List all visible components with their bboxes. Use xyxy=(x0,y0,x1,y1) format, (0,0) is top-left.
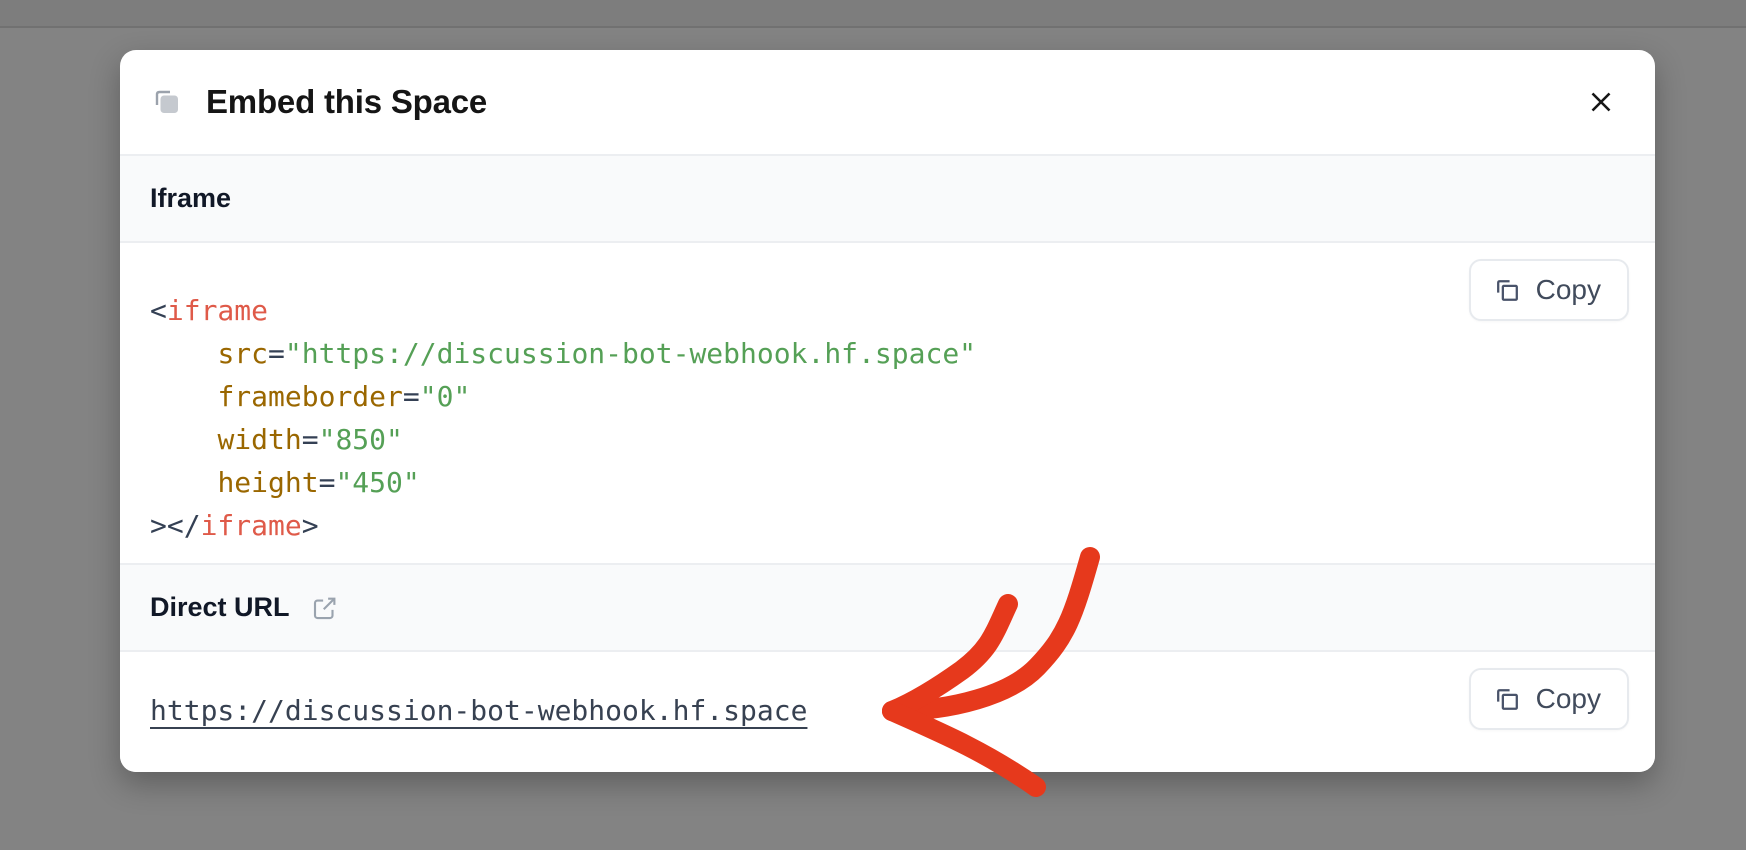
copy-icon xyxy=(1492,275,1523,306)
direct-url-section: https://discussion-bot-webhook.hf.space … xyxy=(120,652,1655,772)
embed-copy-icon xyxy=(150,85,184,119)
copy-url-button[interactable]: Copy xyxy=(1469,668,1629,730)
embed-space-modal: Embed this Space Iframe <iframe src="htt… xyxy=(120,50,1655,772)
iframe-section-header: Iframe xyxy=(120,154,1655,243)
iframe-embed-code: <iframe src="https://discussion-bot-webh… xyxy=(120,243,1655,547)
copy-icon xyxy=(1492,684,1523,715)
external-link-icon[interactable] xyxy=(310,593,340,623)
copy-iframe-button[interactable]: Copy xyxy=(1469,259,1629,321)
modal-title: Embed this Space xyxy=(206,83,487,121)
direct-url-heading: Direct URL xyxy=(150,592,290,623)
close-icon xyxy=(1584,85,1618,119)
modal-header: Embed this Space xyxy=(120,50,1655,154)
direct-url-link[interactable]: https://discussion-bot-webhook.hf.space xyxy=(150,694,807,727)
close-button[interactable] xyxy=(1579,80,1623,124)
iframe-heading: Iframe xyxy=(150,183,231,214)
iframe-code-section: <iframe src="https://discussion-bot-webh… xyxy=(120,243,1655,563)
dimmed-page-header xyxy=(0,0,1746,28)
direct-url-section-header: Direct URL xyxy=(120,563,1655,652)
copy-url-label: Copy xyxy=(1536,683,1601,715)
copy-iframe-label: Copy xyxy=(1536,274,1601,306)
